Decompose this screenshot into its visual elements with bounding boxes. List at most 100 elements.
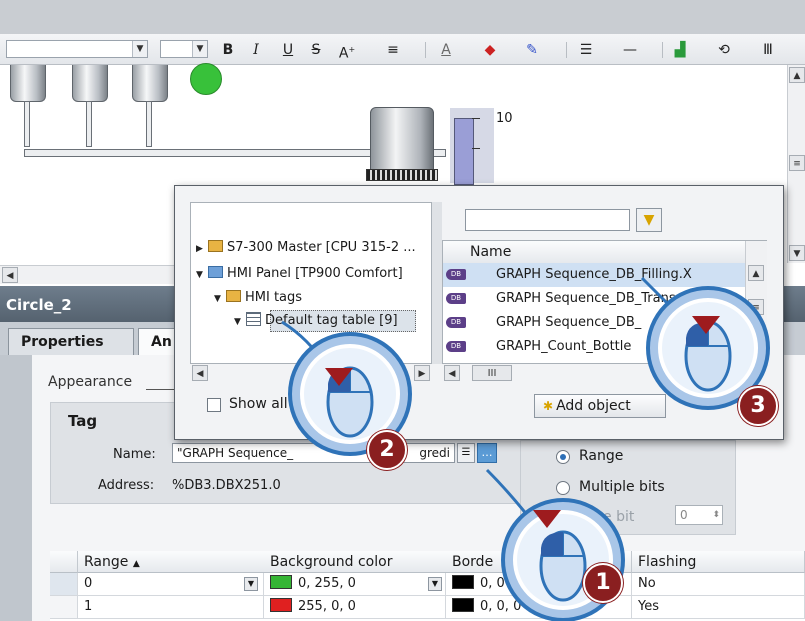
bar-gauge[interactable] <box>450 108 494 185</box>
chevron-down-icon[interactable]: ▼ <box>244 577 258 591</box>
shadow-icon[interactable]: ▟ <box>668 40 692 60</box>
tree-item-label: HMI Panel [TP900 Comfort] <box>227 266 403 281</box>
chevron-down-icon[interactable]: ▼ <box>192 41 207 57</box>
pipe-graphic <box>24 101 30 147</box>
hmi-panel-icon <box>208 266 223 278</box>
list-icon[interactable]: ☰ <box>457 443 475 463</box>
color-swatch <box>270 598 292 612</box>
tank-graphic <box>72 65 108 102</box>
collapse-icon[interactable]: ▼ <box>196 264 208 286</box>
collapse-icon[interactable]: ▼ <box>214 288 226 310</box>
strikethrough-button[interactable]: S <box>308 40 324 60</box>
font-family-combo[interactable]: ▼ <box>6 40 148 58</box>
tree-item-plc[interactable]: ▶ S7-300 Master [CPU 315-2 ... <box>196 237 416 259</box>
list-header: Name <box>443 241 745 264</box>
table-cell-flashing[interactable]: No <box>632 573 805 596</box>
bold-button[interactable]: B <box>220 40 236 60</box>
tree-item-label: HMI tags <box>245 290 303 305</box>
heading-rule <box>146 389 174 390</box>
chevron-down-icon[interactable]: ▼ <box>132 41 147 57</box>
browse-button[interactable]: … <box>477 443 497 463</box>
italic-button[interactable]: I <box>248 40 264 60</box>
indicator-light[interactable] <box>190 63 222 95</box>
canvas-horizontal-scrollbar[interactable]: ◀ <box>0 265 175 284</box>
scroll-left-icon[interactable]: ◀ <box>444 365 460 381</box>
add-object-label: Add object <box>556 398 631 414</box>
table-cell-flashing[interactable]: Yes <box>632 596 805 619</box>
scroll-down-icon[interactable]: ▼ <box>789 245 805 261</box>
color-swatch <box>270 575 292 589</box>
gauge-tick <box>472 148 480 149</box>
scroll-thumb[interactable]: ≡ <box>789 155 805 171</box>
filter-input[interactable] <box>465 209 630 231</box>
font-size-combo[interactable]: ▼ <box>160 40 208 58</box>
color-swatch <box>452 598 474 612</box>
table-cell-background[interactable]: 0, 255, 0 ▼ <box>264 573 446 596</box>
distribute-icon[interactable]: Ⅲ <box>756 40 780 60</box>
chevron-down-icon[interactable]: ▼ <box>428 577 442 591</box>
step-badge: 1 <box>583 563 623 603</box>
tree-item-hmi-panel[interactable]: ▼ HMI Panel [TP900 Comfort] <box>196 263 403 285</box>
column-header-flashing[interactable]: Flashing <box>632 551 805 573</box>
scroll-up-icon[interactable]: ▲ <box>789 67 805 83</box>
scroll-left-icon[interactable]: ◀ <box>192 365 208 381</box>
tree-item-label: S7-300 Master [CPU 315-2 ... <box>227 240 416 255</box>
underline-button[interactable]: U <box>280 40 296 60</box>
stepper-icon[interactable]: ⬍ <box>712 506 720 524</box>
collapse-icon[interactable]: ▼ <box>234 311 246 333</box>
mixer-base-graphic <box>366 169 438 181</box>
filter-icon[interactable]: ▼ <box>636 208 662 232</box>
toolbar-separator <box>566 42 567 58</box>
format-toolbar: ▼ ▼ B I U S A+ ≡ A ◆ ✎ ☰ — ▟ ⟲ Ⅲ <box>0 34 805 65</box>
tab-properties[interactable]: Properties <box>8 328 134 355</box>
rotate-icon[interactable]: ⟲ <box>712 40 736 60</box>
step-badge: 2 <box>367 430 407 470</box>
canvas-vertical-scrollbar[interactable]: ▲ ≡ ▼ <box>787 65 805 263</box>
toolbar-separator <box>425 42 426 58</box>
grow-font-label: A <box>338 45 349 62</box>
align-text-icon[interactable]: ≡ <box>380 40 406 60</box>
row-selector[interactable] <box>50 596 78 619</box>
expand-icon[interactable]: ▶ <box>196 238 208 260</box>
folder-icon <box>208 240 223 252</box>
table-cell-range[interactable]: 0 ▼ <box>78 573 264 596</box>
range-value: 0 <box>84 576 93 591</box>
color-swatch <box>452 575 474 589</box>
bar-gauge-fill <box>454 118 474 185</box>
color-value: 0, 255, 0 <box>298 576 356 591</box>
db-tag-icon: DB <box>446 341 466 352</box>
db-tag-icon: DB <box>446 293 466 304</box>
range-radio[interactable] <box>556 450 570 464</box>
address-label: Address: <box>98 478 155 493</box>
step-badge: 3 <box>738 386 778 426</box>
column-header-background[interactable]: Background color <box>264 551 450 573</box>
show-all-checkbox[interactable] <box>207 398 221 412</box>
row-selector[interactable] <box>50 573 78 596</box>
line-style-icon[interactable]: — <box>618 40 642 60</box>
table-cell-range[interactable]: 1 <box>78 596 264 619</box>
tree-item-hmi-tags[interactable]: ▼ HMI tags <box>214 287 302 309</box>
fill-color-icon[interactable]: ◆ <box>478 40 502 60</box>
column-header-name[interactable]: Name <box>470 244 511 260</box>
sort-ascending-icon: ▲ <box>132 559 140 569</box>
font-color-icon[interactable]: A <box>434 40 458 60</box>
pipe-graphic <box>146 101 152 147</box>
row-header-column <box>50 551 78 573</box>
pipe-graphic <box>86 101 92 147</box>
line-color-icon[interactable]: ✎ <box>520 40 544 60</box>
section-heading: Appearance <box>48 374 133 390</box>
scroll-thumb[interactable]: III <box>472 365 512 381</box>
gauge-tick <box>472 118 480 119</box>
table-cell-background[interactable]: 255, 0, 0 <box>264 596 446 619</box>
mixer-graphic <box>370 107 434 173</box>
line-width-icon[interactable]: ☰ <box>574 40 598 60</box>
list-horizontal-scrollbar[interactable]: ◀ III <box>442 364 644 382</box>
address-value: %DB3.DBX251.0 <box>172 478 281 493</box>
scroll-left-icon[interactable]: ◀ <box>2 267 18 283</box>
title-strip <box>0 0 805 35</box>
pane-splitter[interactable] <box>432 202 442 364</box>
bit-number-stepper[interactable]: 0 ⬍ <box>675 505 723 525</box>
list-item-label: GRAPH Sequence_DB_ <box>496 315 642 330</box>
grow-font-button[interactable]: A+ <box>336 40 358 62</box>
object-name: Circle_2 <box>6 296 72 314</box>
